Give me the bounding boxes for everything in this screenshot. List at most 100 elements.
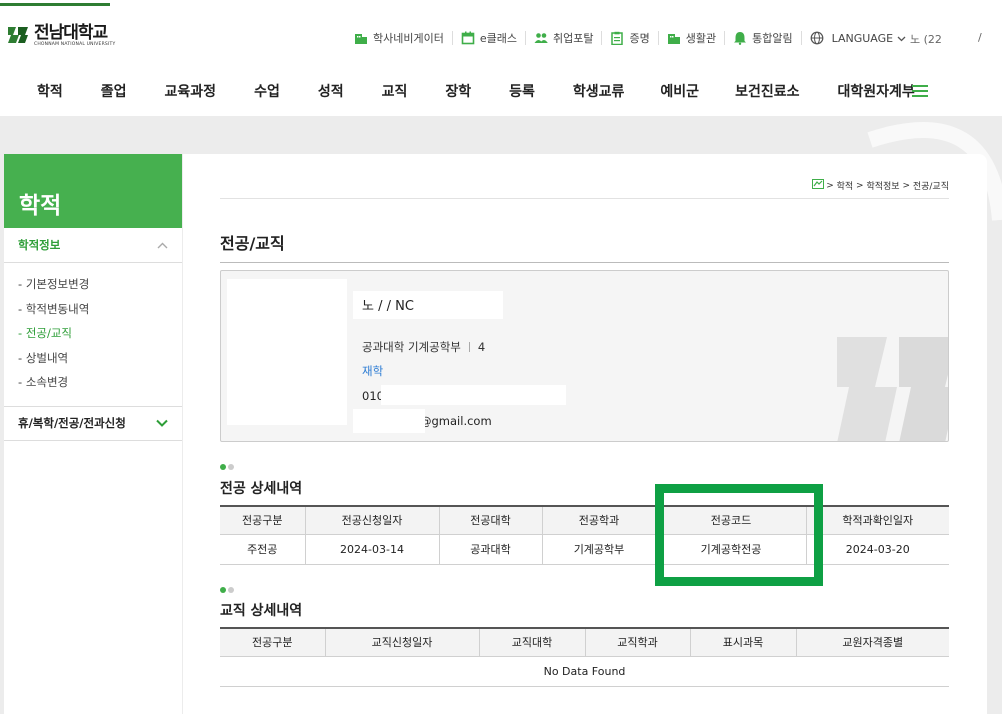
building-icon bbox=[667, 31, 681, 45]
chevron-down-icon bbox=[156, 416, 168, 430]
util-certificate[interactable]: 증명 bbox=[602, 31, 659, 46]
section-dots bbox=[220, 587, 236, 593]
sidebar-item-major-teaching[interactable]: - 전공/교직 bbox=[18, 324, 182, 349]
column-header: 교원자격종별 bbox=[795, 627, 949, 657]
nav-item[interactable]: 교육과정 bbox=[165, 81, 217, 101]
chevron-up-icon bbox=[157, 238, 168, 252]
column-header: 전공구분 bbox=[220, 505, 306, 535]
breadcrumb-item: 전공/교직 bbox=[912, 182, 949, 192]
university-watermark-icon bbox=[837, 337, 948, 441]
column-header: 전공대학 bbox=[438, 505, 543, 535]
nav-item[interactable]: 보건진료소 bbox=[735, 81, 799, 101]
sidebar-item-affiliation[interactable]: - 소속변경 bbox=[18, 373, 182, 398]
breadcrumb-item[interactable]: 학적 bbox=[837, 179, 854, 192]
column-header: 교직학과 bbox=[584, 627, 691, 657]
student-year: 4 bbox=[477, 340, 486, 354]
sidebar: 학적 학적정보 - 기본정보변경 - 학적변동내역 - 전공/교직 - 상벌내역… bbox=[4, 154, 182, 714]
major-table: 전공구분 전공신청일자 전공대학 전공학과 전공코드 학적과확인일자 주전공 2… bbox=[220, 505, 949, 565]
nav-item[interactable]: 예비군 bbox=[660, 81, 699, 101]
nav-item[interactable]: 학생교류 bbox=[573, 81, 625, 101]
university-logo[interactable]: 전남대학교 CHONNAM NATIONAL UNIVERSITY bbox=[6, 23, 115, 47]
email-domain: @gmail.com bbox=[420, 414, 492, 428]
bell-icon bbox=[733, 31, 747, 45]
sidebar-section-label: 휴/복학/전공/전과신청 bbox=[18, 416, 126, 430]
table-cell: 공과대학 bbox=[438, 533, 543, 565]
table-cell: 주전공 bbox=[220, 533, 306, 565]
breadcrumb-item[interactable]: 학적정보 bbox=[866, 179, 899, 192]
separator bbox=[468, 342, 470, 352]
column-header: 전공학과 bbox=[541, 505, 657, 535]
table-row: 주전공 2024-03-14 공과대학 기계공학부 기계공학전공 2024-03… bbox=[220, 533, 949, 565]
sidebar-section-academic-info[interactable]: 학적정보 bbox=[4, 228, 182, 263]
nav-item[interactable]: 대학원자계부 bbox=[837, 81, 914, 101]
student-photo bbox=[227, 279, 347, 425]
section-dots bbox=[220, 464, 236, 470]
breadcrumb: > 학적 > 학적정보 > 전공/교직 bbox=[812, 179, 949, 192]
language-selector[interactable]: LANGUAGE bbox=[810, 31, 907, 45]
building-icon bbox=[354, 31, 368, 45]
nav-item[interactable]: 장학 bbox=[445, 81, 471, 101]
utility-menu: 학사네비게이터 e클래스 취업포탈 증명 생활관 통합알림 LANGUAGE bbox=[346, 29, 906, 47]
home-icon[interactable] bbox=[812, 179, 825, 192]
title-divider bbox=[220, 262, 949, 263]
department-label: 공과대학 기계공학부 bbox=[362, 340, 461, 354]
sidebar-item-rewards[interactable]: - 상벌내역 bbox=[18, 349, 182, 374]
phone-redaction bbox=[381, 385, 566, 405]
sidebar-item-label: 기본정보변경 bbox=[25, 277, 90, 291]
column-header: 학적과확인일자 bbox=[805, 505, 949, 535]
major-section-title: 전공 상세내역 bbox=[220, 481, 303, 497]
sidebar-section-label: 학적정보 bbox=[18, 238, 61, 252]
nav-item[interactable]: 교직 bbox=[382, 81, 408, 101]
breadcrumb-divider bbox=[220, 198, 949, 199]
sidebar-item-basic-info[interactable]: - 기본정보변경 bbox=[18, 275, 182, 300]
globe-icon bbox=[810, 31, 824, 45]
page-title: 전공/교직 bbox=[220, 234, 285, 253]
sidebar-item-label: 소속변경 bbox=[25, 375, 69, 389]
user-info-text-tail: / bbox=[978, 31, 982, 44]
logo-name: 전남대학교 bbox=[34, 22, 108, 43]
column-header: 교직대학 bbox=[478, 627, 586, 657]
util-label: 생활관 bbox=[685, 32, 717, 45]
util-academic-navigator[interactable]: 학사네비게이터 bbox=[346, 31, 453, 45]
chevron-down-icon bbox=[897, 32, 906, 45]
enrollment-status: 재학 bbox=[362, 364, 384, 378]
calendar-icon bbox=[461, 31, 475, 45]
util-eclass[interactable]: e클래스 bbox=[453, 31, 526, 45]
util-dormitory[interactable]: 생활관 bbox=[659, 31, 726, 45]
nav-item[interactable]: 성적 bbox=[318, 81, 344, 101]
nav-item[interactable]: 등록 bbox=[509, 81, 535, 101]
main-navigation: 학적 졸업 교육과정 수업 성적 교직 장학 등록 학생교류 예비군 보건진료소… bbox=[37, 81, 915, 101]
sidebar-item-label: 상벌내역 bbox=[25, 350, 69, 365]
nav-item[interactable]: 졸업 bbox=[101, 81, 127, 101]
sidebar-item-academic-change[interactable]: - 학적변동내역 bbox=[18, 300, 182, 325]
table-row: No Data Found bbox=[220, 655, 949, 687]
highlight-box bbox=[655, 484, 823, 586]
teaching-section-title: 교직 상세내역 bbox=[220, 603, 303, 619]
university-emblem-icon bbox=[6, 23, 30, 47]
table-cell: 기계공학부 bbox=[541, 533, 657, 565]
menu-hamburger-icon[interactable] bbox=[912, 85, 928, 97]
nav-item[interactable]: 수업 bbox=[254, 81, 280, 101]
student-department: 공과대학 기계공학부 4 bbox=[362, 339, 485, 355]
main-content: > 학적 > 학적정보 > 전공/교직 전공/교직 노 / / NC 공과대학 … bbox=[183, 154, 987, 714]
column-header: 전공구분 bbox=[220, 627, 326, 657]
nav-item[interactable]: 학적 bbox=[37, 81, 63, 101]
util-label: 통합알림 bbox=[752, 32, 793, 45]
clipboard-icon bbox=[610, 31, 624, 46]
sidebar-title: 학적 bbox=[4, 154, 182, 228]
util-label: 학사네비게이터 bbox=[373, 32, 444, 45]
table-cell: 2024-03-14 bbox=[304, 533, 440, 565]
util-notifications[interactable]: 통합알림 bbox=[725, 31, 802, 45]
logo-subtitle: CHONNAM NATIONAL UNIVERSITY bbox=[34, 41, 116, 47]
user-info-text: 노 (22 bbox=[910, 33, 942, 46]
student-name: 노 / / NC bbox=[362, 299, 414, 314]
util-job-portal[interactable]: 취업포탈 bbox=[526, 31, 603, 45]
users-icon bbox=[534, 31, 548, 45]
column-header: 표시과목 bbox=[689, 627, 797, 657]
sidebar-submenu: - 기본정보변경 - 학적변동내역 - 전공/교직 - 상벌내역 - 소속변경 bbox=[4, 263, 182, 407]
table-header-row: 전공구분 전공신청일자 전공대학 전공학과 전공코드 학적과확인일자 bbox=[220, 505, 949, 535]
sidebar-section-leave-return[interactable]: 휴/복학/전공/전과신청 bbox=[4, 407, 182, 441]
logo-accent-bar bbox=[0, 3, 110, 6]
table-header-row: 전공구분 교직신청일자 교직대학 교직학과 표시과목 교원자격종별 bbox=[220, 627, 949, 657]
sidebar-item-label: 학적변동내역 bbox=[25, 301, 90, 316]
